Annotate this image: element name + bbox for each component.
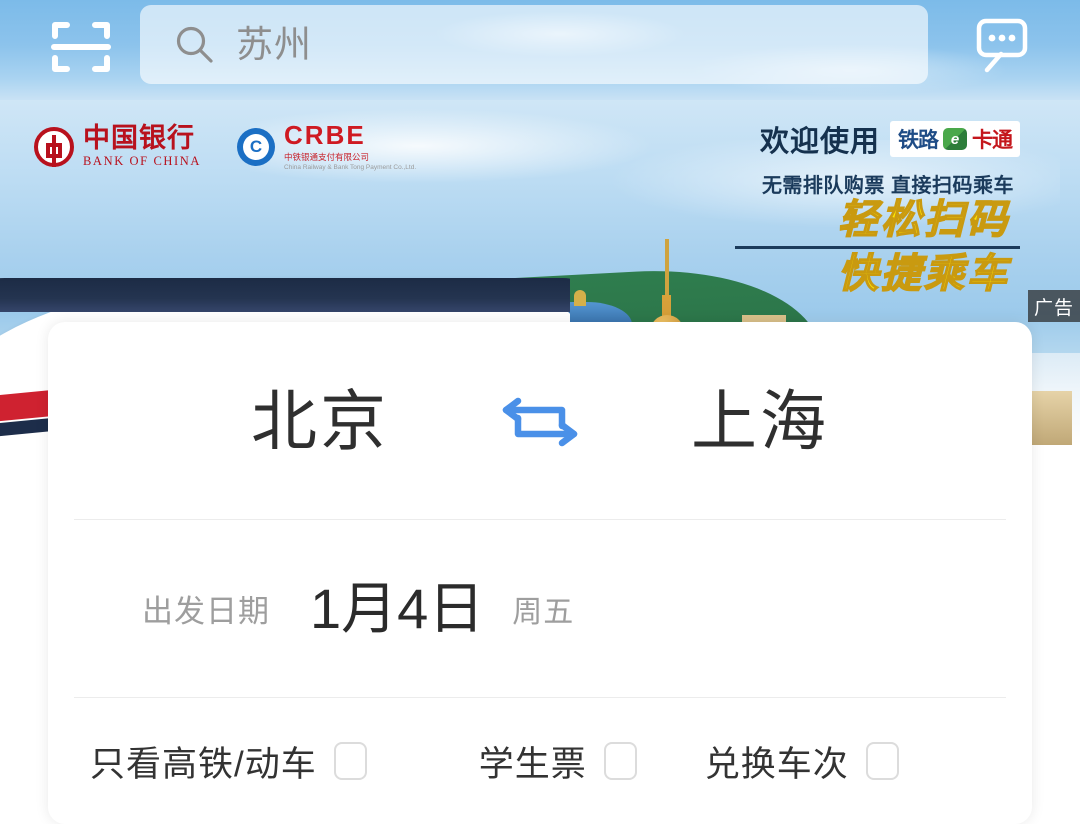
option-high-speed-only-checkbox[interactable] [333, 742, 367, 780]
swap-arrows-icon [502, 397, 578, 446]
bank-of-china-logo: 中国银行 BANK OF CHINA [34, 124, 201, 168]
swap-stations-button[interactable] [485, 390, 595, 452]
route-selector-row: 北京 上海 [48, 322, 1032, 519]
railway-ecard-logo: 铁路 e 卡通 [890, 121, 1020, 157]
option-student-ticket[interactable]: 学生票 [479, 736, 637, 787]
app-header: 苏州 [0, 0, 1080, 100]
banner-ad-copy: 欢迎使用 铁路 e 卡通 无需排队购票 直接扫码乘车 轻松扫码 快捷乘车 [700, 118, 1020, 297]
departure-date-row[interactable]: 出发日期 1月4日 周五 [48, 520, 1032, 697]
bank-of-china-mark-icon [34, 126, 74, 167]
departure-weekday: 周五 [512, 595, 575, 629]
banner-welcome-text: 欢迎使用 [759, 126, 880, 158]
ticket-options-row: 只看高铁/动车 学生票 兑换车次 [48, 698, 1032, 824]
ticket-search-card: 北京 上海 出发日期 1月4日 周五 只看高铁/动车 学生票 兑换车次 [48, 322, 1032, 824]
crbe-mark-letter: C [249, 136, 263, 156]
ad-label-badge: 广告 [1028, 290, 1080, 322]
crbe-name: CRBE [284, 120, 366, 150]
message-bubble-icon [976, 18, 1028, 73]
departure-date-value: 1月4日 [310, 576, 485, 640]
search-icon [176, 26, 213, 63]
message-button[interactable] [962, 8, 1042, 84]
crbe-logo: C CRBE 中铁银通支付有限公司 China Railway & Bank T… [237, 122, 416, 171]
option-exchange-train-checkbox[interactable] [865, 742, 899, 780]
banner-sponsor-logos: 中国银行 BANK OF CHINA C CRBE 中铁银通支付有限公司 Chi… [34, 122, 416, 171]
search-placeholder-text: 苏州 [236, 24, 312, 65]
crbe-mark-icon: C [237, 127, 276, 166]
departure-date-label: 出发日期 [142, 594, 270, 629]
bank-of-china-name-cn: 中国银行 [83, 123, 195, 154]
banner-slogan-line1: 轻松扫码 [837, 197, 1010, 242]
crbe-subtitle-cn: 中铁银通支付有限公司 [284, 152, 370, 162]
option-exchange-train[interactable]: 兑换车次 [705, 736, 899, 787]
banner-slogan-line2: 快捷乘车 [837, 251, 1010, 296]
bank-of-china-name-en: BANK OF CHINA [83, 153, 202, 168]
search-input[interactable]: 苏州 [140, 5, 928, 84]
option-exchange-train-label: 兑换车次 [704, 744, 849, 784]
app-root: 苏州 中国银行 BANK OF CHINA C CRBE 中铁银通支付有限公司 … [0, 0, 1080, 824]
from-station-button[interactable]: 北京 [155, 388, 485, 454]
option-high-speed-only[interactable]: 只看高铁/动车 [90, 736, 367, 787]
ecard-e-icon: e [943, 128, 967, 150]
option-student-ticket-label: 学生票 [478, 744, 587, 784]
banner-subtitle: 无需排队购票 直接扫码乘车 [761, 175, 1014, 197]
qr-scan-button[interactable] [44, 10, 118, 84]
to-station-button[interactable]: 上海 [595, 388, 925, 454]
ecard-text-part1: 铁路 [898, 129, 939, 152]
banner-slogan-divider [735, 245, 1020, 249]
option-high-speed-only-label: 只看高铁/动车 [90, 744, 317, 784]
crbe-subtitle-en: China Railway & Bank Tong Payment Co.,Lt… [284, 164, 417, 171]
option-student-ticket-checkbox[interactable] [603, 742, 637, 780]
ecard-text-part3: 卡通 [972, 129, 1013, 152]
qr-scan-icon [51, 22, 111, 72]
